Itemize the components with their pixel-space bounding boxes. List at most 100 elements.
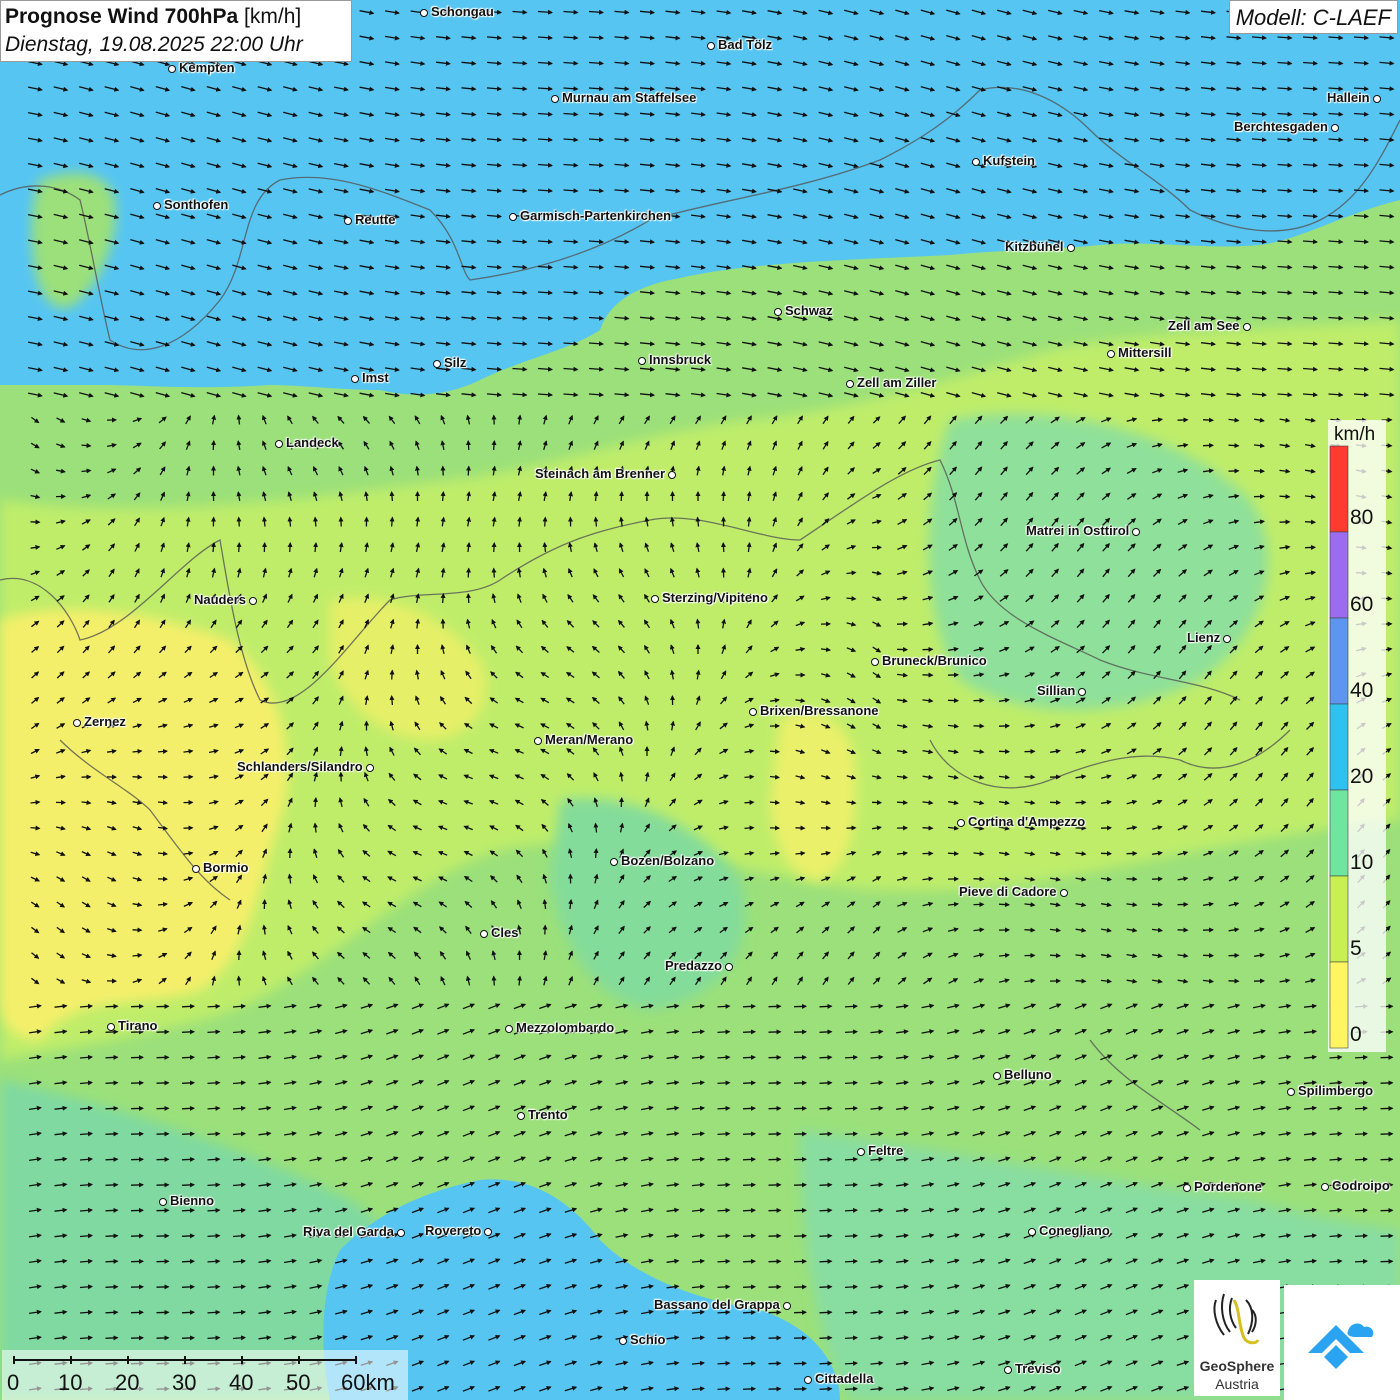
wind-arrow <box>846 647 857 653</box>
wind-arrow <box>436 111 451 117</box>
city-label: Schongau <box>431 4 494 19</box>
wind-arrow <box>207 1105 221 1111</box>
wind-arrow <box>53 366 69 373</box>
wind-arrow <box>1076 619 1085 629</box>
wind-arrow <box>410 341 426 347</box>
wind-arrow <box>1126 953 1138 959</box>
wind-arrow <box>1279 927 1291 933</box>
wind-arrow <box>411 1003 425 1010</box>
wind-arrow <box>1049 1181 1062 1188</box>
wind-arrow <box>1175 111 1191 117</box>
wind-arrow <box>54 1131 68 1137</box>
wind-arrow <box>1229 824 1239 832</box>
wind-arrow <box>1176 1105 1190 1112</box>
wind-arrow <box>615 1309 629 1315</box>
wind-arrow <box>362 415 370 424</box>
wind-arrow <box>1203 519 1214 525</box>
wind-arrow <box>793 111 808 118</box>
wind-arrow <box>461 290 477 296</box>
wind-arrow <box>666 1182 680 1188</box>
wind-arrow <box>1328 35 1344 41</box>
city-marker <box>871 658 879 666</box>
wind-arrow <box>793 239 808 245</box>
wind-arrow <box>872 494 882 499</box>
wind-arrow <box>767 61 783 67</box>
wind-arrow <box>287 415 293 425</box>
wind-arrow <box>693 901 703 908</box>
wind-arrow <box>668 875 678 883</box>
wind-arrow <box>1353 239 1369 245</box>
wind-arrow <box>53 213 69 220</box>
wind-arrow <box>744 825 755 831</box>
wind-arrow <box>56 952 66 959</box>
wind-arrow <box>822 492 829 501</box>
wind-arrow <box>1379 366 1395 372</box>
wind-arrow <box>769 672 780 678</box>
wind-arrow <box>1124 137 1140 143</box>
wind-arrow <box>639 290 655 296</box>
wind-arrow <box>971 34 987 41</box>
wind-arrow <box>947 1080 960 1086</box>
wind-arrow <box>1228 417 1240 423</box>
geosphere-logo[interactable]: GeoSphere Austria <box>1194 1280 1280 1396</box>
wind-arrow <box>1227 1207 1241 1213</box>
wind-arrow <box>236 465 242 476</box>
wind-arrow <box>720 542 726 553</box>
wind-arrow <box>539 1054 552 1061</box>
wind-arrow <box>287 491 293 501</box>
weather-app-logo[interactable] <box>1284 1285 1400 1400</box>
wind-arrow <box>1074 1309 1088 1316</box>
legend-segment-20 <box>1329 703 1349 791</box>
wind-arrow <box>513 1105 527 1112</box>
wind-arrow <box>1254 620 1264 628</box>
wind-arrow <box>1151 927 1163 933</box>
wind-arrow <box>29 1182 42 1188</box>
wind-arrow <box>513 1385 527 1392</box>
wind-arrow <box>1202 468 1214 474</box>
wind-arrow <box>896 1207 909 1213</box>
wind-arrow <box>440 440 446 451</box>
wind-arrow <box>923 977 933 985</box>
wind-arrow <box>972 1360 986 1366</box>
wind-arrow <box>998 1386 1011 1392</box>
wind-arrow <box>311 951 319 960</box>
wind-arrow <box>846 800 857 806</box>
wind-arrow <box>1000 441 1008 450</box>
wind-arrow <box>948 518 958 526</box>
wind-arrow <box>844 1131 858 1137</box>
wind-arrow <box>133 619 141 629</box>
wind-arrow <box>972 1105 986 1111</box>
wind-arrow <box>260 723 270 729</box>
wind-arrow <box>1252 1080 1266 1086</box>
wind-arrow <box>181 315 196 322</box>
wind-arrow <box>746 415 752 425</box>
wind-arrow <box>236 440 242 451</box>
wind-arrow <box>232 187 247 194</box>
wind-arrow <box>207 1029 221 1035</box>
wind-arrow <box>412 799 422 806</box>
wind-arrow <box>691 1360 705 1366</box>
wind-arrow <box>767 316 783 322</box>
wind-arrow <box>362 823 370 832</box>
wind-arrow <box>466 950 471 960</box>
wind-arrow <box>1280 696 1289 705</box>
city-label: Imst <box>362 370 389 385</box>
wind-arrow <box>590 1258 603 1264</box>
wind-arrow <box>869 366 885 373</box>
wind-arrow <box>79 392 94 398</box>
wind-arrow <box>486 86 502 92</box>
wind-arrow <box>308 290 324 296</box>
wind-arrow <box>1048 86 1063 92</box>
wind-arrow <box>896 800 908 806</box>
wind-arrow <box>590 1003 603 1009</box>
wind-arrow <box>1202 978 1214 984</box>
wind-arrow <box>998 697 1010 703</box>
wind-arrow <box>313 567 319 578</box>
wind-arrow <box>1073 341 1089 347</box>
wind-arrow <box>1124 163 1140 168</box>
wind-arrow <box>1124 265 1140 270</box>
wind-arrow <box>946 111 961 118</box>
wind-arrow <box>54 1182 68 1188</box>
wind-arrow <box>286 696 295 704</box>
wind-arrow <box>563 392 579 398</box>
